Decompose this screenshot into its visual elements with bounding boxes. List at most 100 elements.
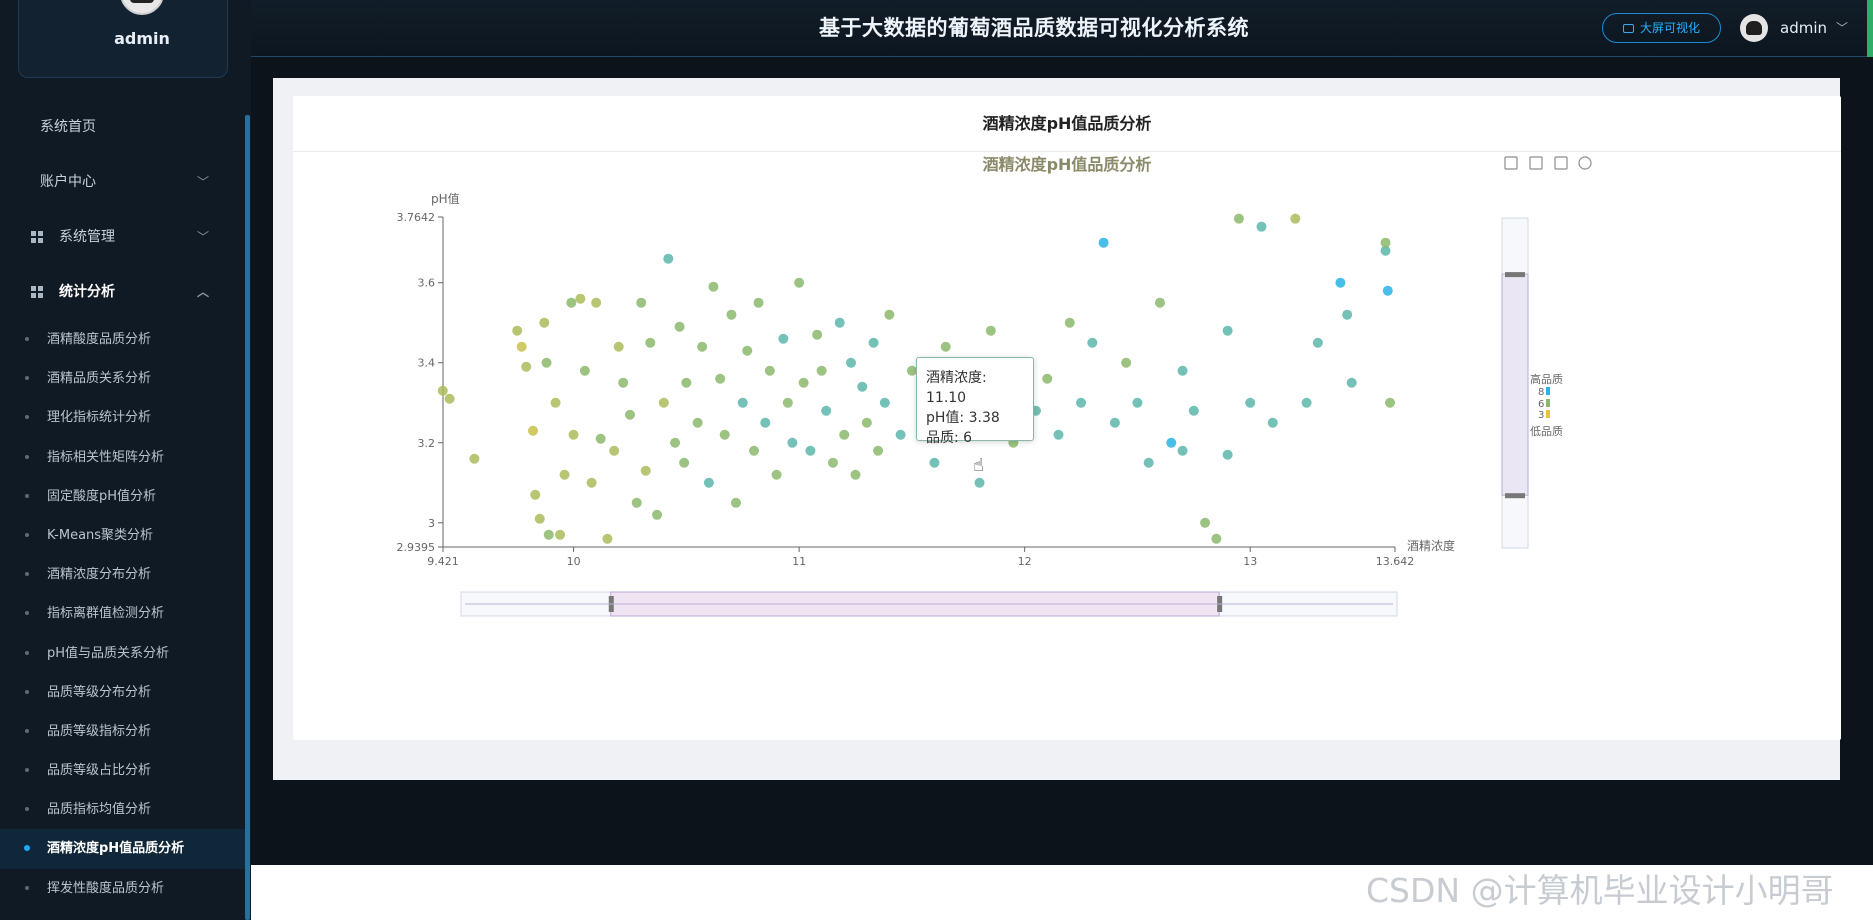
submenu-item[interactable]: 酒精品质关系分析	[0, 359, 245, 398]
data-point[interactable]	[579, 365, 590, 376]
data-point[interactable]	[550, 397, 561, 408]
data-point[interactable]	[787, 437, 798, 448]
scatter-chart[interactable]: 酒精浓度pH值品质分析 pH值酒精浓度 2.9395 3 3.2 3.4 3.6 3.7642…	[293, 152, 1841, 740]
y-datazoom-handle[interactable]	[1505, 493, 1525, 499]
data-point[interactable]	[749, 445, 760, 456]
data-point[interactable]	[940, 341, 951, 352]
data-point[interactable]	[530, 489, 541, 500]
data-point[interactable]	[613, 341, 624, 352]
data-point[interactable]	[1098, 237, 1109, 248]
data-point[interactable]	[591, 297, 602, 308]
data-point[interactable]	[636, 297, 647, 308]
data-point[interactable]	[1335, 277, 1346, 288]
submenu-item[interactable]: 酒精浓度pH值品质分析	[0, 829, 245, 869]
data-point[interactable]	[1188, 405, 1199, 416]
submenu-item[interactable]: 酒精浓度分布分析	[0, 555, 245, 594]
data-point[interactable]	[697, 341, 708, 352]
data-point[interactable]	[1132, 397, 1143, 408]
data-point[interactable]	[879, 397, 890, 408]
data-point[interactable]	[624, 409, 635, 420]
submenu-item[interactable]: 指标相关性矩阵分析	[0, 438, 245, 477]
data-point[interactable]	[555, 529, 566, 540]
sidebar-item-statistics[interactable]: 统计分析 ︿	[0, 265, 245, 320]
zoom-reset-icon[interactable]	[1554, 156, 1568, 170]
submenu-item[interactable]: 品质等级占比分析	[0, 751, 245, 790]
data-point[interactable]	[850, 469, 861, 480]
data-point[interactable]	[1177, 365, 1188, 376]
data-point[interactable]	[1042, 373, 1053, 384]
sidebar-item-home[interactable]: 系统首页	[0, 100, 245, 155]
submenu-item[interactable]: pH值与品质关系分析	[0, 634, 245, 673]
submenu-item[interactable]: 理化指标统计分析	[0, 398, 245, 437]
data-point[interactable]	[1121, 357, 1132, 368]
submenu-item[interactable]: K-Means聚类分析	[0, 516, 245, 555]
data-point[interactable]	[1301, 397, 1312, 408]
data-point[interactable]	[586, 477, 597, 488]
data-point[interactable]	[645, 337, 656, 348]
bigscreen-button[interactable]: 大屏可视化	[1602, 13, 1721, 43]
data-point[interactable]	[782, 397, 793, 408]
data-point[interactable]	[559, 469, 570, 480]
submenu-item[interactable]: 挥发性酸度品质分析	[0, 869, 245, 908]
submenu-item[interactable]: 酒精酸度品质分析	[0, 320, 245, 359]
data-point[interactable]	[805, 445, 816, 456]
data-point[interactable]	[857, 381, 868, 392]
data-point[interactable]	[674, 321, 685, 332]
data-point[interactable]	[1267, 417, 1278, 428]
data-point[interactable]	[1143, 457, 1154, 468]
data-point[interactable]	[703, 477, 714, 488]
data-point[interactable]	[812, 329, 823, 340]
data-point[interactable]	[692, 417, 703, 428]
data-point[interactable]	[1211, 533, 1222, 544]
data-point[interactable]	[985, 325, 996, 336]
data-point[interactable]	[437, 385, 448, 396]
data-point[interactable]	[618, 377, 629, 388]
data-point[interactable]	[816, 365, 827, 376]
sidebar-scrollbar[interactable]	[245, 115, 250, 920]
data-point[interactable]	[1087, 337, 1098, 348]
data-point[interactable]	[658, 397, 669, 408]
data-point[interactable]	[652, 509, 663, 520]
data-point[interactable]	[1290, 213, 1301, 224]
submenu-item[interactable]: 品质指标均值分析	[0, 790, 245, 829]
data-point[interactable]	[794, 277, 805, 288]
y-datazoom-handle[interactable]	[1505, 272, 1525, 278]
data-point[interactable]	[760, 417, 771, 428]
data-point[interactable]	[543, 529, 554, 540]
data-point[interactable]	[839, 429, 850, 440]
data-point[interactable]	[730, 497, 741, 508]
data-point[interactable]	[681, 377, 692, 388]
data-point[interactable]	[1245, 397, 1256, 408]
data-point[interactable]	[873, 445, 884, 456]
data-point[interactable]	[742, 345, 753, 356]
submenu-item[interactable]: 固定酸度pH值分析	[0, 477, 245, 516]
data-point[interactable]	[1166, 437, 1177, 448]
data-point[interactable]	[1380, 237, 1391, 248]
data-point[interactable]	[1177, 445, 1188, 456]
submenu-item[interactable]: 指标离群值检测分析	[0, 594, 245, 633]
data-point[interactable]	[771, 469, 782, 480]
data-point[interactable]	[1312, 337, 1323, 348]
data-point[interactable]	[1382, 285, 1393, 296]
data-point[interactable]	[846, 357, 856, 368]
data-point[interactable]	[708, 281, 719, 292]
data-point[interactable]	[895, 429, 906, 440]
data-point[interactable]	[516, 341, 527, 352]
data-point[interactable]	[1342, 309, 1353, 320]
data-point[interactable]	[764, 365, 775, 376]
data-point[interactable]	[534, 513, 545, 524]
data-point[interactable]	[1154, 297, 1165, 308]
data-point[interactable]	[568, 429, 579, 440]
data-point[interactable]	[974, 477, 985, 488]
data-point[interactable]	[566, 297, 577, 308]
submenu-item[interactable]: 品质等级指标分析	[0, 712, 245, 751]
data-point[interactable]	[521, 361, 532, 372]
data-point[interactable]	[1256, 221, 1267, 232]
data-point[interactable]	[1076, 397, 1087, 408]
download-icon[interactable]	[1504, 156, 1518, 170]
data-point[interactable]	[469, 453, 480, 464]
data-point[interactable]	[753, 297, 764, 308]
data-point[interactable]	[609, 445, 620, 456]
zoom-icon[interactable]	[1529, 156, 1543, 170]
data-point[interactable]	[527, 425, 538, 436]
